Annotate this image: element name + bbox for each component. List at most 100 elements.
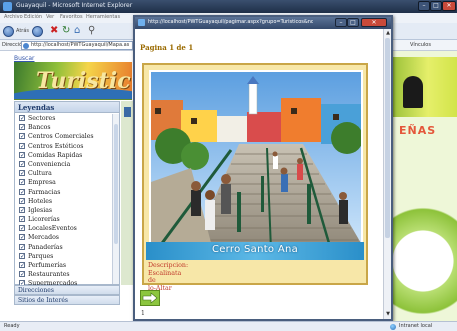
refresh-icon[interactable]: ↻: [62, 26, 70, 36]
legend-checkbox[interactable]: ✓: [19, 170, 25, 177]
legend-item[interactable]: ✓ Licorerías: [15, 215, 113, 224]
legend-item[interactable]: ✓ Bancos: [15, 123, 113, 132]
legend-panel: Leyendas ✓ Sectores ✓ Bancos ✓ Centros Comerc…: [14, 101, 120, 287]
popup-scrollbar[interactable]: ▲ ▼: [383, 29, 391, 319]
menu-ver[interactable]: Ver: [46, 14, 54, 20]
menu-herramientas[interactable]: Herramientas: [86, 14, 120, 20]
popup-title: http://localhost/PWTGuayaquil/pagimar.as…: [148, 19, 313, 25]
page-icon: [23, 43, 29, 49]
legend-item-label: Centros Estéticos: [28, 142, 84, 150]
links-label[interactable]: Vínculos: [410, 42, 431, 48]
description-line: Descripcion:: [148, 262, 189, 269]
description-line: lo-Altar: [148, 284, 172, 292]
legend-item[interactable]: ✓ Empresa: [15, 178, 113, 187]
legend-item[interactable]: ✓ Sectores: [15, 114, 113, 123]
page-indicator: Pagina 1 de 1: [140, 43, 194, 52]
arrow-right-icon: [142, 292, 158, 304]
legend-checkbox[interactable]: ✓: [19, 133, 25, 140]
legend-checkbox[interactable]: ✓: [19, 115, 25, 122]
top-link[interactable]: Buscar: [14, 55, 35, 62]
legend-checkbox[interactable]: ✓: [19, 243, 25, 250]
legend-checkbox[interactable]: ✓: [19, 151, 25, 158]
legend-scrollbar[interactable]: [112, 114, 119, 284]
menu-favoritos[interactable]: Favoritos: [60, 14, 83, 20]
legend-item-label: Hoteles: [28, 197, 53, 205]
legend-item[interactable]: ✓ Cultura: [15, 169, 113, 178]
background-page-right: EÑAS: [393, 51, 457, 323]
legend-item[interactable]: ✓ Restaurantes: [15, 270, 113, 279]
photo-caption-strip: Cerro Santo Ana: [146, 242, 364, 260]
stop-icon[interactable]: ✖: [50, 26, 58, 36]
map-strip: [121, 101, 133, 285]
popup-ie-icon: [138, 19, 145, 26]
accordion-sitios-interes[interactable]: Sitios de Interés: [14, 295, 120, 305]
legend-item[interactable]: ✓ Parques: [15, 252, 113, 261]
stairway-photo-illustration: [151, 72, 361, 246]
legend-item[interactable]: ✓ Panaderías: [15, 243, 113, 252]
legend-item[interactable]: ✓ Centros Comerciales: [15, 132, 113, 141]
next-page-button[interactable]: [140, 290, 160, 306]
menu-archivo[interactable]: Archivo: [4, 14, 23, 20]
cerro-santa-ana-photo: [149, 70, 363, 248]
legend-checkbox[interactable]: ✓: [19, 262, 25, 269]
legend-item[interactable]: ✓ Centros Estéticos: [15, 142, 113, 151]
legend-checkbox[interactable]: ✓: [19, 271, 25, 278]
popup-scroll-thumb[interactable]: [385, 38, 390, 238]
description-line: Escalinata: [148, 269, 182, 277]
description-line: de: [148, 277, 156, 284]
popup-close-button[interactable]: ✕: [361, 18, 387, 27]
close-button[interactable]: ✕: [442, 1, 456, 11]
browser-title-bar: Guayaquil - Microsoft Internet Explorer …: [0, 0, 457, 13]
banner-text: Turistic: [36, 68, 131, 94]
legend-item[interactable]: ✓ Perfumerías: [15, 261, 113, 270]
legend-checkbox[interactable]: ✓: [19, 160, 25, 167]
back-button[interactable]: [3, 26, 14, 37]
photo-caption: Cerro Santo Ana: [211, 244, 299, 255]
legend-checkbox[interactable]: ✓: [19, 179, 25, 186]
scroll-down-icon[interactable]: ▼: [385, 311, 391, 317]
legend-item-label: Parques: [28, 252, 54, 260]
legend-item-label: Panaderías: [28, 243, 63, 251]
address-input[interactable]: http://localhost/PWTGuayaquil/Mapa.as: [21, 41, 133, 50]
map-marker: [124, 107, 131, 117]
security-zone: Intranet local: [399, 323, 433, 329]
maximize-button[interactable]: □: [430, 1, 442, 11]
legend-item-label: Licorerías: [28, 216, 60, 224]
legend-item-label: Iglesias: [28, 206, 53, 214]
page-number: 1: [141, 310, 145, 317]
legend-checkbox[interactable]: ✓: [19, 142, 25, 149]
legend-checkbox[interactable]: ✓: [19, 197, 25, 204]
minimize-button[interactable]: –: [418, 1, 430, 11]
legend-item-label: Perfumerías: [28, 262, 67, 269]
legend-checkbox[interactable]: ✓: [19, 124, 25, 131]
legend-item[interactable]: ✓ Conveniencia: [15, 160, 113, 169]
tourism-banner: Turistic: [14, 62, 132, 100]
search-icon[interactable]: ⚲: [88, 26, 95, 36]
legend-item[interactable]: ✓ LocalesEventos: [15, 224, 113, 233]
legend-checkbox[interactable]: ✓: [19, 216, 25, 223]
legend-checkbox[interactable]: ✓: [19, 225, 25, 232]
legend-item[interactable]: ✓ Mercados: [15, 233, 113, 242]
legend-checkbox[interactable]: ✓: [19, 206, 25, 213]
legend-item[interactable]: ✓ Comidas Rapidas: [15, 151, 113, 160]
popup-maximize-button[interactable]: □: [347, 18, 359, 27]
legend-item[interactable]: ✓ Hoteles: [15, 197, 113, 206]
legend-item[interactable]: ✓ Iglesias: [15, 206, 113, 215]
legend-item[interactable]: ✓ Farmacias: [15, 188, 113, 197]
legend-checkbox[interactable]: ✓: [19, 188, 25, 195]
popup-minimize-button[interactable]: –: [335, 18, 347, 27]
legend-item-label: Centros Comerciales: [28, 133, 94, 141]
legend-checkbox[interactable]: ✓: [19, 252, 25, 259]
menu-edicion[interactable]: Edición: [24, 14, 42, 20]
legend-scroll-thumb[interactable]: [114, 124, 118, 244]
forward-button[interactable]: [32, 26, 43, 37]
partial-heading: EÑAS: [399, 124, 437, 137]
legend-title[interactable]: Leyendas: [15, 102, 119, 113]
accordion-direcciones[interactable]: Direcciones: [14, 285, 120, 295]
photo-card: Cerro Santo Ana Descripcion: Escalinata …: [142, 63, 368, 292]
legend-checkbox[interactable]: ✓: [19, 234, 25, 241]
silhouette-figure: [403, 76, 423, 108]
scroll-up-icon[interactable]: ▲: [385, 30, 391, 36]
home-icon[interactable]: ⌂: [74, 26, 80, 36]
intranet-globe-icon: [390, 324, 396, 330]
